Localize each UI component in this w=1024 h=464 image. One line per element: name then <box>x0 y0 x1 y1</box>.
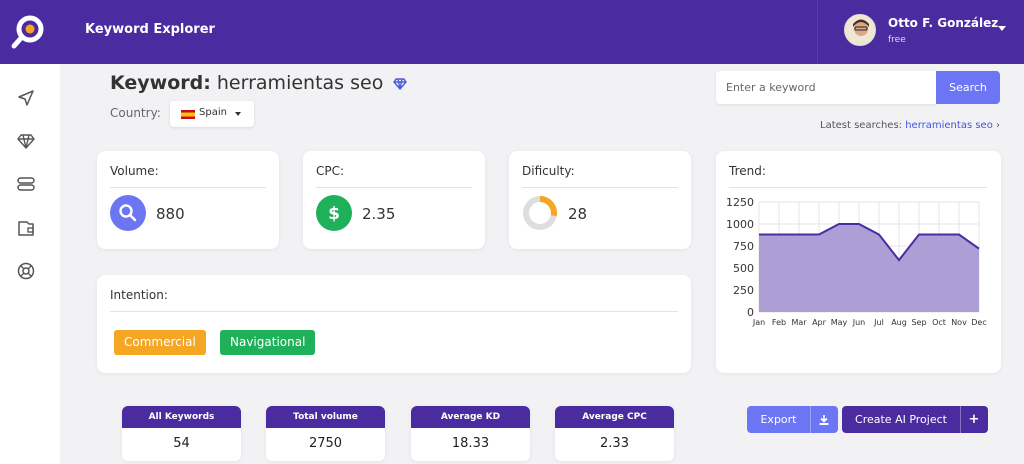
export-button-group: Export <box>747 406 838 433</box>
stat-label: Average CPC <box>555 406 674 428</box>
intention-card: Intention: <box>97 275 691 373</box>
stat-value: 54 <box>173 436 190 451</box>
stat-average-cpc: Average CPC 2.33 <box>555 406 674 461</box>
user-name: Otto F. González <box>888 16 999 30</box>
volume-value: 880 <box>156 205 185 223</box>
difficulty-donut <box>523 196 557 230</box>
stat-label: Total volume <box>266 406 385 428</box>
volume-card: Volume: 880 <box>97 151 279 249</box>
search-icon <box>110 195 146 231</box>
logo-icon[interactable] <box>10 14 46 50</box>
x-tick-label: Jul <box>873 318 884 327</box>
country-select[interactable]: Spain <box>170 101 254 127</box>
page-title: Keyword: herramientas seo <box>110 72 408 94</box>
app-title: Keyword Explorer <box>85 22 215 37</box>
stat-all-keywords: All Keywords 54 <box>122 406 241 461</box>
chevron-down-icon <box>235 112 241 116</box>
x-tick-label: Nov <box>951 318 967 327</box>
database-icon[interactable] <box>16 174 36 194</box>
stat-average-kd: Average KD 18.33 <box>411 406 530 461</box>
intent-badge-commercial: Commercial <box>114 330 206 355</box>
stat-label: All Keywords <box>122 406 241 428</box>
stat-value: 2750 <box>308 436 343 451</box>
trend-chart: 025050075010001250Jan Feb Mar Apr May Jun Jul A… <box>726 196 987 327</box>
country-value: Spain <box>199 107 227 118</box>
y-tick-label: 750 <box>733 240 754 253</box>
wallet-icon[interactable] <box>16 218 36 238</box>
divider <box>110 187 266 188</box>
download-icon[interactable] <box>810 406 837 433</box>
x-tick-label: Feb <box>772 318 786 327</box>
search-button[interactable]: Search <box>936 71 1000 104</box>
x-tick-label: Sep <box>911 318 926 327</box>
cpc-value: 2.35 <box>362 205 396 223</box>
user-menu[interactable]: Otto F. González free <box>817 0 1024 64</box>
latest-search-link[interactable]: herramientas seo <box>905 120 993 131</box>
x-tick-label: Mar <box>791 318 807 327</box>
diamond-icon[interactable] <box>16 131 36 151</box>
x-tick-label: Oct <box>932 318 946 327</box>
y-tick-label: 1250 <box>726 196 754 209</box>
divider <box>522 187 678 188</box>
support-icon[interactable] <box>16 261 36 281</box>
latest-searches-label: Latest searches: <box>820 120 903 131</box>
divider <box>316 187 472 188</box>
stat-total-volume: Total volume 2750 <box>266 406 385 461</box>
intent-badge-navigational: Navigational <box>220 330 316 355</box>
top-bar: Keyword Explorer Otto F. González free <box>0 0 1024 64</box>
trend-card: Trend: 0 250 500 750 1000 1250 Jan Feb Mar Apr May… <box>716 151 1001 373</box>
dollar-icon: $ <box>316 195 352 231</box>
difficulty-value: 28 <box>568 205 588 223</box>
send-icon[interactable] <box>16 88 36 108</box>
y-tick-label: 250 <box>733 284 754 297</box>
keyword-label: Keyword: <box>110 72 211 94</box>
x-tick-label: Aug <box>891 318 907 327</box>
volume-label: Volume: <box>110 164 159 178</box>
spain-flag-icon <box>181 110 195 119</box>
x-tick-label: Jan <box>752 318 765 327</box>
cpc-label: CPC: <box>316 164 345 178</box>
search-input[interactable] <box>716 71 936 104</box>
x-tick-label: Jun <box>852 318 866 327</box>
trend-area <box>759 224 979 312</box>
divider <box>110 311 678 312</box>
diamond-icon <box>393 77 408 90</box>
keyword-value: herramientas seo <box>216 72 384 94</box>
avatar[interactable] <box>844 14 876 46</box>
sidebar <box>0 64 60 464</box>
x-tick-label: Apr <box>812 318 827 327</box>
difficulty-card: Dificulty: 28 <box>509 151 691 249</box>
export-button[interactable]: Export <box>747 406 810 433</box>
svg-text:$: $ <box>328 204 340 224</box>
cpc-card: CPC: $ 2.35 <box>303 151 485 249</box>
intention-label: Intention: <box>110 288 168 302</box>
chevron-right-icon: › <box>996 120 1000 131</box>
x-tick-label: Dec <box>971 318 986 327</box>
create-ai-project-button[interactable]: Create AI Project <box>842 406 960 433</box>
country-label: Country: <box>110 106 161 120</box>
latest-searches: Latest searches: herramientas seo › <box>820 120 1000 131</box>
x-tick-label: May <box>831 318 848 327</box>
y-tick-label: 500 <box>733 262 754 275</box>
stat-value: 2.33 <box>600 436 629 451</box>
stat-label: Average KD <box>411 406 530 428</box>
y-tick-label: 1000 <box>726 218 754 231</box>
plus-icon[interactable]: + <box>960 406 987 433</box>
difficulty-label: Dificulty: <box>522 164 575 178</box>
stat-value: 18.33 <box>451 436 490 451</box>
create-project-button-group: Create AI Project + <box>842 406 988 433</box>
chevron-down-icon[interactable] <box>998 26 1006 31</box>
user-plan: free <box>888 35 906 45</box>
